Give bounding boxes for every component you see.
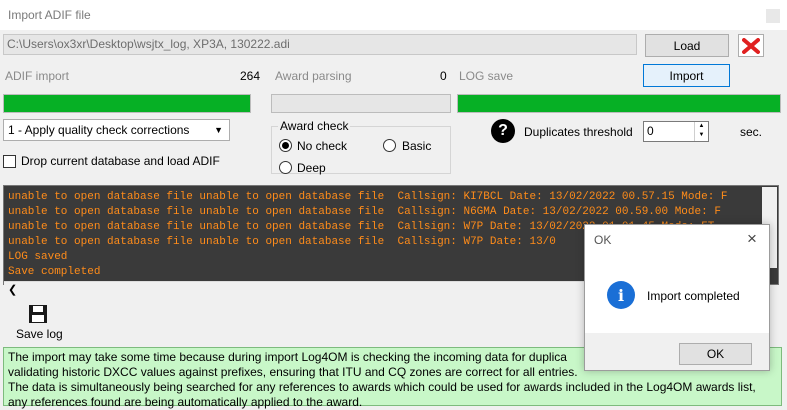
award-parsing-label: Award parsing xyxy=(275,69,352,83)
duplicates-threshold-label: Duplicates threshold xyxy=(524,125,633,139)
chevron-down-icon: ▼ xyxy=(214,125,223,135)
award-parsing-progress xyxy=(271,94,451,113)
log-line: LOG saved xyxy=(8,251,68,263)
award-check-title: Award check xyxy=(278,119,351,133)
info-icon: i xyxy=(607,281,635,309)
log-line: unable to open database file unable to o… xyxy=(8,206,721,218)
log-line: unable to open database file unable to o… xyxy=(8,236,556,248)
adif-import-progress xyxy=(3,94,251,113)
ok-button[interactable]: OK xyxy=(679,343,752,365)
log-line: Save completed xyxy=(8,266,101,278)
scroll-left-icon[interactable]: ❮ xyxy=(8,283,17,296)
drop-database-checkbox[interactable] xyxy=(3,155,16,168)
import-button[interactable]: Import xyxy=(643,64,730,87)
save-log-button[interactable]: Save log xyxy=(10,304,66,344)
no-check-radio[interactable] xyxy=(279,139,292,152)
window-title: Import ADIF file xyxy=(8,8,91,22)
stepper-arrows-icon[interactable]: ▲ ▼ xyxy=(694,122,708,141)
log-save-progress xyxy=(457,94,781,113)
load-button[interactable]: Load xyxy=(645,34,729,57)
adif-import-count: 264 xyxy=(240,69,261,83)
basic-label: Basic xyxy=(402,139,432,153)
dialog-message: Import completed xyxy=(647,289,740,303)
deep-label: Deep xyxy=(297,161,326,175)
import-mode-select[interactable]: 1 - Apply quality check corrections ▼ xyxy=(3,119,230,141)
import-mode-value: 1 - Apply quality check corrections xyxy=(8,123,190,137)
red-x-icon xyxy=(742,37,760,54)
cancel-button[interactable] xyxy=(738,34,764,57)
floppy-disk-icon xyxy=(29,305,47,323)
file-path-field[interactable]: C:\Users\ox3xr\Desktop\wsjtx_log, XP3A, … xyxy=(3,34,637,55)
log-save-label: LOG save xyxy=(459,69,514,83)
duplicates-threshold-stepper[interactable]: 0 ▲ ▼ xyxy=(643,121,709,142)
basic-radio[interactable] xyxy=(383,139,396,152)
title-bar xyxy=(0,0,787,30)
no-check-label: No check xyxy=(297,139,348,153)
save-log-label: Save log xyxy=(16,327,63,341)
deep-radio[interactable] xyxy=(279,161,292,174)
duplicates-threshold-value: 0 xyxy=(647,124,654,138)
dialog-title: OK xyxy=(594,233,612,247)
adif-import-label: ADIF import xyxy=(5,69,70,83)
dialog-close-icon[interactable]: × xyxy=(747,229,757,249)
info-line: The data is simultaneously being searche… xyxy=(8,380,756,394)
message-dialog: OK × i Import completed OK xyxy=(584,224,770,371)
award-parsing-count: 0 xyxy=(440,69,447,83)
window-close-button[interactable] xyxy=(766,9,780,23)
help-question-icon[interactable]: ? xyxy=(491,119,515,143)
log-line: unable to open database file unable to o… xyxy=(8,191,728,203)
drop-database-label: Drop current database and load ADIF xyxy=(21,154,220,168)
seconds-unit-label: sec. xyxy=(740,125,763,139)
